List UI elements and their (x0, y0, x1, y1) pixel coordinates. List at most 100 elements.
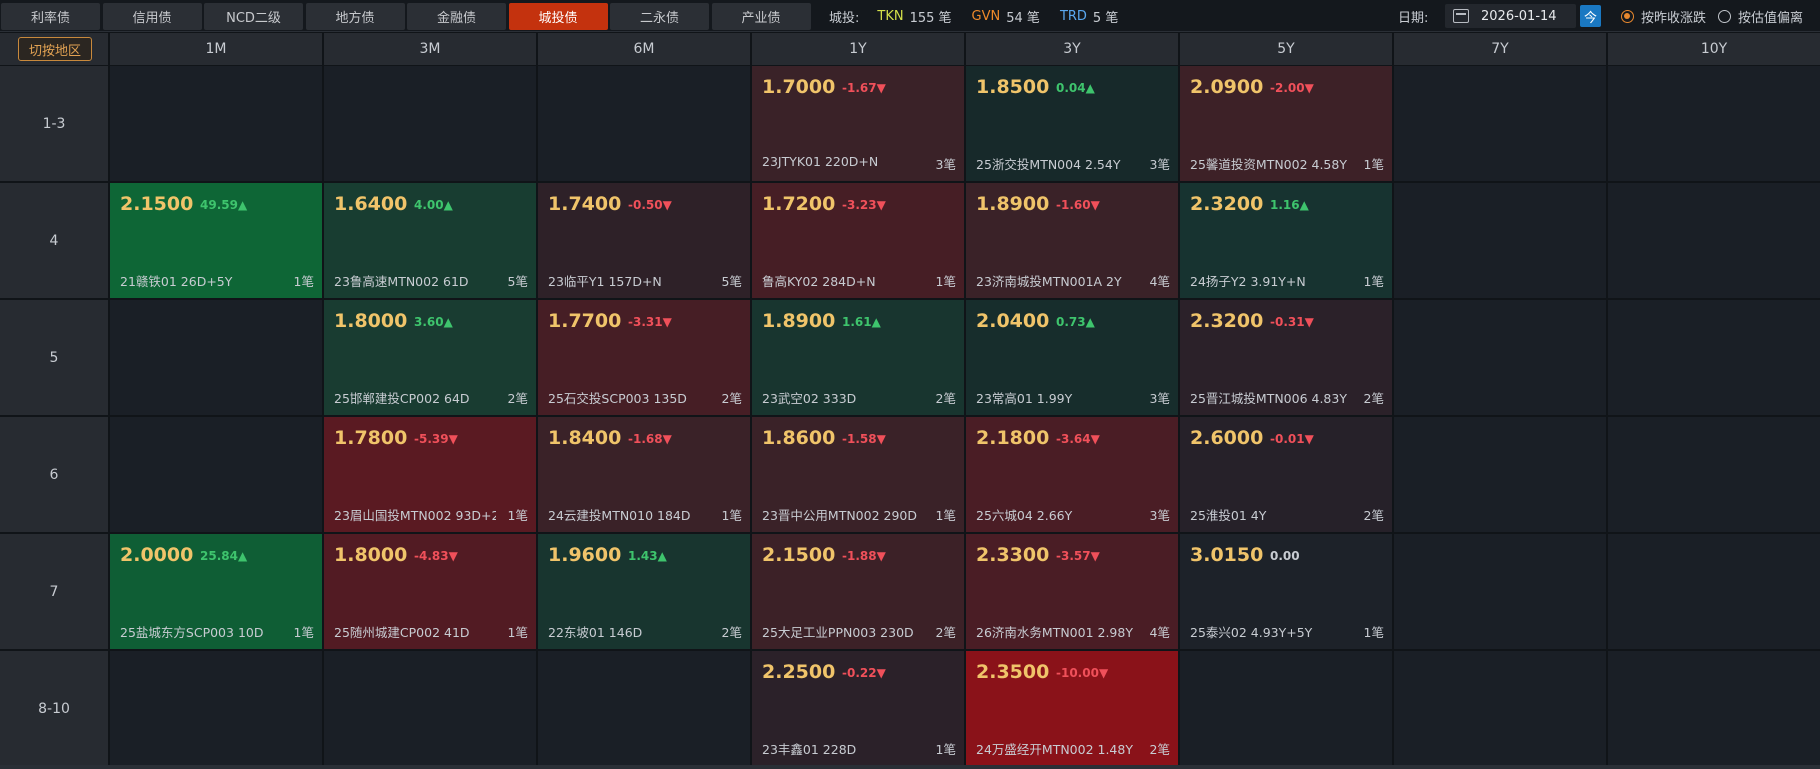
tab-0[interactable]: 利率债 (1, 3, 100, 30)
tab-2[interactable]: NCD二级 (204, 3, 303, 30)
bond-name: 25浙交投MTN004 2.54Y (976, 157, 1121, 172)
bond-name: 26济南水务MTN001 2.98Y (976, 625, 1133, 640)
yield-value: 1.7000 (762, 76, 836, 98)
bond-name: 23临平Y1 157D+N (548, 274, 662, 289)
change-value: -10.00▼ (1056, 666, 1109, 680)
trade-count: 1笔 (1363, 274, 1384, 289)
change-value: 0.00 (1270, 549, 1300, 563)
tab-4[interactable]: 金融债 (407, 3, 506, 30)
empty-cell (1394, 534, 1606, 649)
yield-value: 1.8600 (762, 427, 836, 449)
change-value: -3.23▼ (842, 198, 886, 212)
change-value: 1.61▲ (842, 315, 881, 329)
yield-value: 2.3300 (976, 544, 1050, 566)
trade-count: 4笔 (1149, 274, 1170, 289)
yield-value: 1.6400 (334, 193, 408, 215)
option-prev-close-change[interactable]: 按昨收涨跌 (1621, 0, 1706, 32)
bond-cell[interactable]: 1.9600 1.43▲ 22东坡01 146D 2笔 (538, 534, 750, 649)
trade-count: 4笔 (1149, 625, 1170, 640)
bond-cell[interactable]: 1.7200 -3.23▼ 鲁高KY02 284D+N 1笔 (752, 183, 964, 298)
trade-count: 3笔 (935, 157, 956, 172)
switch-region-button[interactable]: 切按地区 (18, 37, 92, 61)
bond-cell[interactable]: 2.0900 -2.00▼ 25馨道投资MTN002 4.58Y 1笔 (1180, 66, 1392, 181)
option-valuation-deviation[interactable]: 按估值偏离 (1718, 0, 1803, 32)
option-label: 按估值偏离 (1738, 10, 1804, 26)
empty-cell (538, 651, 750, 766)
bond-cell[interactable]: 1.7700 -3.31▼ 25石交投SCP003 135D 2笔 (538, 300, 750, 415)
source-tkn-count: 155 笔 (909, 10, 952, 26)
empty-cell (1608, 651, 1820, 766)
change-value: -4.83▼ (414, 549, 458, 563)
bond-cell[interactable]: 1.8600 -1.58▼ 23晋中公用MTN002 290D 1笔 (752, 417, 964, 532)
bond-cell[interactable]: 2.3300 -3.57▼ 26济南水务MTN001 2.98Y 4笔 (966, 534, 1178, 649)
yield-value: 1.7400 (548, 193, 622, 215)
empty-cell (1608, 417, 1820, 532)
bond-name: 25大足工业PPN003 230D (762, 625, 914, 640)
change-value: 25.84▲ (200, 549, 248, 563)
trade-count: 1笔 (935, 742, 956, 757)
bond-cell[interactable]: 1.8900 -1.60▼ 23济南城投MTN001A 2Y 4笔 (966, 183, 1178, 298)
today-button[interactable]: 今 (1580, 5, 1601, 27)
bond-cell[interactable]: 2.2500 -0.22▼ 23丰鑫01 228D 1笔 (752, 651, 964, 766)
bond-cell[interactable]: 2.1500 49.59▲ 21赣铁01 26D+5Y 1笔 (110, 183, 322, 298)
bond-name: 25石交投SCP003 135D (548, 391, 687, 406)
bond-cell[interactable]: 1.8000 3.60▲ 25邯郸建投CP002 64D 2笔 (324, 300, 536, 415)
bond-cell[interactable]: 1.8500 0.04▲ 25浙交投MTN004 2.54Y 3笔 (966, 66, 1178, 181)
bond-cell[interactable]: 2.0400 0.73▲ 23常高01 1.99Y 3笔 (966, 300, 1178, 415)
change-value: 3.60▲ (414, 315, 453, 329)
change-value: -1.60▼ (1056, 198, 1100, 212)
tab-3[interactable]: 地方债 (305, 3, 405, 30)
yield-value: 2.6000 (1190, 427, 1264, 449)
change-value: -3.64▼ (1056, 432, 1100, 446)
bond-name: 23丰鑫01 228D (762, 742, 857, 757)
bond-cell[interactable]: 1.8000 -4.83▼ 25随州城建CP002 41D 1笔 (324, 534, 536, 649)
tab-5[interactable]: 城投债 (508, 3, 608, 30)
source-trd-count: 5 笔 (1092, 10, 1119, 26)
bond-cell[interactable]: 3.0150 0.00 25泰兴02 4.93Y+5Y 1笔 (1180, 534, 1392, 649)
trade-count: 3笔 (1149, 391, 1170, 406)
change-value: 0.04▲ (1056, 81, 1095, 95)
bond-cell[interactable]: 2.3200 -0.31▼ 25晋江城投MTN006 4.83Y 2笔 (1180, 300, 1392, 415)
bond-cell[interactable]: 1.7000 -1.67▼ 23JTYK01 220D+N 3笔 (752, 66, 964, 181)
bond-cell[interactable]: 2.0000 25.84▲ 25盐城东方SCP003 10D 1笔 (110, 534, 322, 649)
change-value: -0.01▼ (1270, 432, 1314, 446)
date-picker[interactable]: 2026-01-14 (1445, 4, 1576, 28)
yield-value: 2.1500 (120, 193, 194, 215)
yield-value: 2.1500 (762, 544, 836, 566)
bond-cell[interactable]: 2.6000 -0.01▼ 25淮投01 4Y 2笔 (1180, 417, 1392, 532)
horizontal-scrollbar[interactable] (0, 765, 1820, 769)
bond-name: 23鲁高速MTN002 61D (334, 274, 469, 289)
yield-value: 1.8900 (976, 193, 1050, 215)
bond-cell[interactable]: 1.8400 -1.68▼ 24云建投MTN010 184D 1笔 (538, 417, 750, 532)
bond-cell[interactable]: 2.3500 -10.00▼ 24万盛经开MTN002 1.48Y 2笔 (966, 651, 1178, 766)
row-label: 5 (0, 300, 108, 415)
bond-cell[interactable]: 1.6400 4.00▲ 23鲁高速MTN002 61D 5笔 (324, 183, 536, 298)
trade-count: 1笔 (935, 274, 956, 289)
change-value: -3.31▼ (628, 315, 672, 329)
bond-cell[interactable]: 1.7800 -5.39▼ 23眉山国投MTN002 93D+2Y 1笔 (324, 417, 536, 532)
bond-cell[interactable]: 2.1800 -3.64▼ 25六城04 2.66Y 3笔 (966, 417, 1178, 532)
source-gvn: GVN (971, 8, 1001, 24)
empty-cell (1394, 183, 1606, 298)
bond-name: 21赣铁01 26D+5Y (120, 274, 233, 289)
change-value: 1.43▲ (628, 549, 667, 563)
yield-value: 2.3200 (1190, 193, 1264, 215)
yield-value: 1.8000 (334, 544, 408, 566)
tab-7[interactable]: 产业债 (711, 3, 811, 30)
bond-cell[interactable]: 1.7400 -0.50▼ 23临平Y1 157D+N 5笔 (538, 183, 750, 298)
bond-cell[interactable]: 1.8900 1.61▲ 23武空02 333D 2笔 (752, 300, 964, 415)
bond-name: 25邯郸建投CP002 64D (334, 391, 470, 406)
empty-cell (1394, 66, 1606, 181)
bond-cell[interactable]: 2.3200 1.16▲ 24扬子Y2 3.91Y+N 1笔 (1180, 183, 1392, 298)
bond-name: 鲁高KY02 284D+N (762, 274, 876, 289)
change-value: -1.88▼ (842, 549, 886, 563)
trade-count: 1笔 (935, 508, 956, 523)
yield-value: 2.2500 (762, 661, 836, 683)
bond-cell[interactable]: 2.1500 -1.88▼ 25大足工业PPN003 230D 2笔 (752, 534, 964, 649)
trade-count-summary: 城投: TKN 155 笔 GVN 54 笔 TRD 5 笔 (829, 0, 1138, 32)
empty-cell (110, 66, 322, 181)
tab-1[interactable]: 信用债 (102, 3, 202, 30)
tab-6[interactable]: 二永债 (610, 3, 709, 30)
trade-count: 1笔 (721, 508, 742, 523)
bond-name: 25馨道投资MTN002 4.58Y (1190, 157, 1347, 172)
